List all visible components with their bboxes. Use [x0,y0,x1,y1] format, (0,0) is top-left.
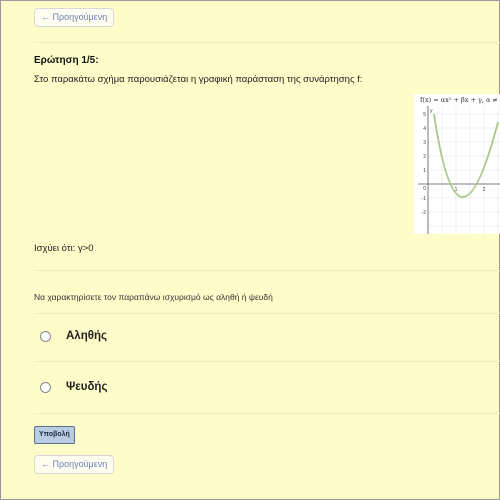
radio-button[interactable] [40,330,51,342]
x-tick: 2 [483,187,486,193]
y-tick: -1 [422,196,427,202]
divider [34,42,500,43]
y-tick: 5 [423,112,426,118]
y-tick: -2 [422,210,427,216]
question-title: Ερώτηση 1/5: [34,55,99,66]
claim-text: Ισχύει ότι: γ>0 [34,243,94,254]
option-true[interactable]: Αληθής [40,330,107,342]
parabola-curve [433,113,499,198]
radio-button[interactable] [40,381,51,393]
y-tick: 4 [423,126,426,132]
y-tick: 3 [423,140,426,146]
graph-plot: y 5 4 3 2 1 0 -1 -2 1 2 [418,106,500,234]
previous-button[interactable]: ← Προηγούμενη [34,8,115,27]
divider [34,413,500,414]
y-axis-label: y [430,108,433,114]
function-graph: f(x) = αx² + βx + γ, α ≠ y 5 4 3 2 1 0 -… [414,94,500,234]
divider [34,313,500,314]
y-tick: 0 [423,186,426,192]
submit-button[interactable]: Υποβολή [34,426,75,444]
previous-button[interactable]: ← Προηγούμενη [34,455,115,474]
option-label: Ψευδής [66,381,108,393]
y-tick: 2 [423,154,426,160]
y-tick: 1 [423,168,426,174]
graph-formula: f(x) = αx² + βx + γ, α ≠ [420,96,498,104]
option-label: Αληθής [66,330,107,342]
divider [34,361,500,362]
divider [34,270,500,271]
option-false[interactable]: Ψευδής [40,381,107,393]
instruction-text: Να χαρακτηρίσετε τον παραπάνω ισχυρισμό … [34,292,273,302]
question-text: Στο παρακάτω σχήμα παρουσιάζεται η γραφι… [34,74,363,85]
